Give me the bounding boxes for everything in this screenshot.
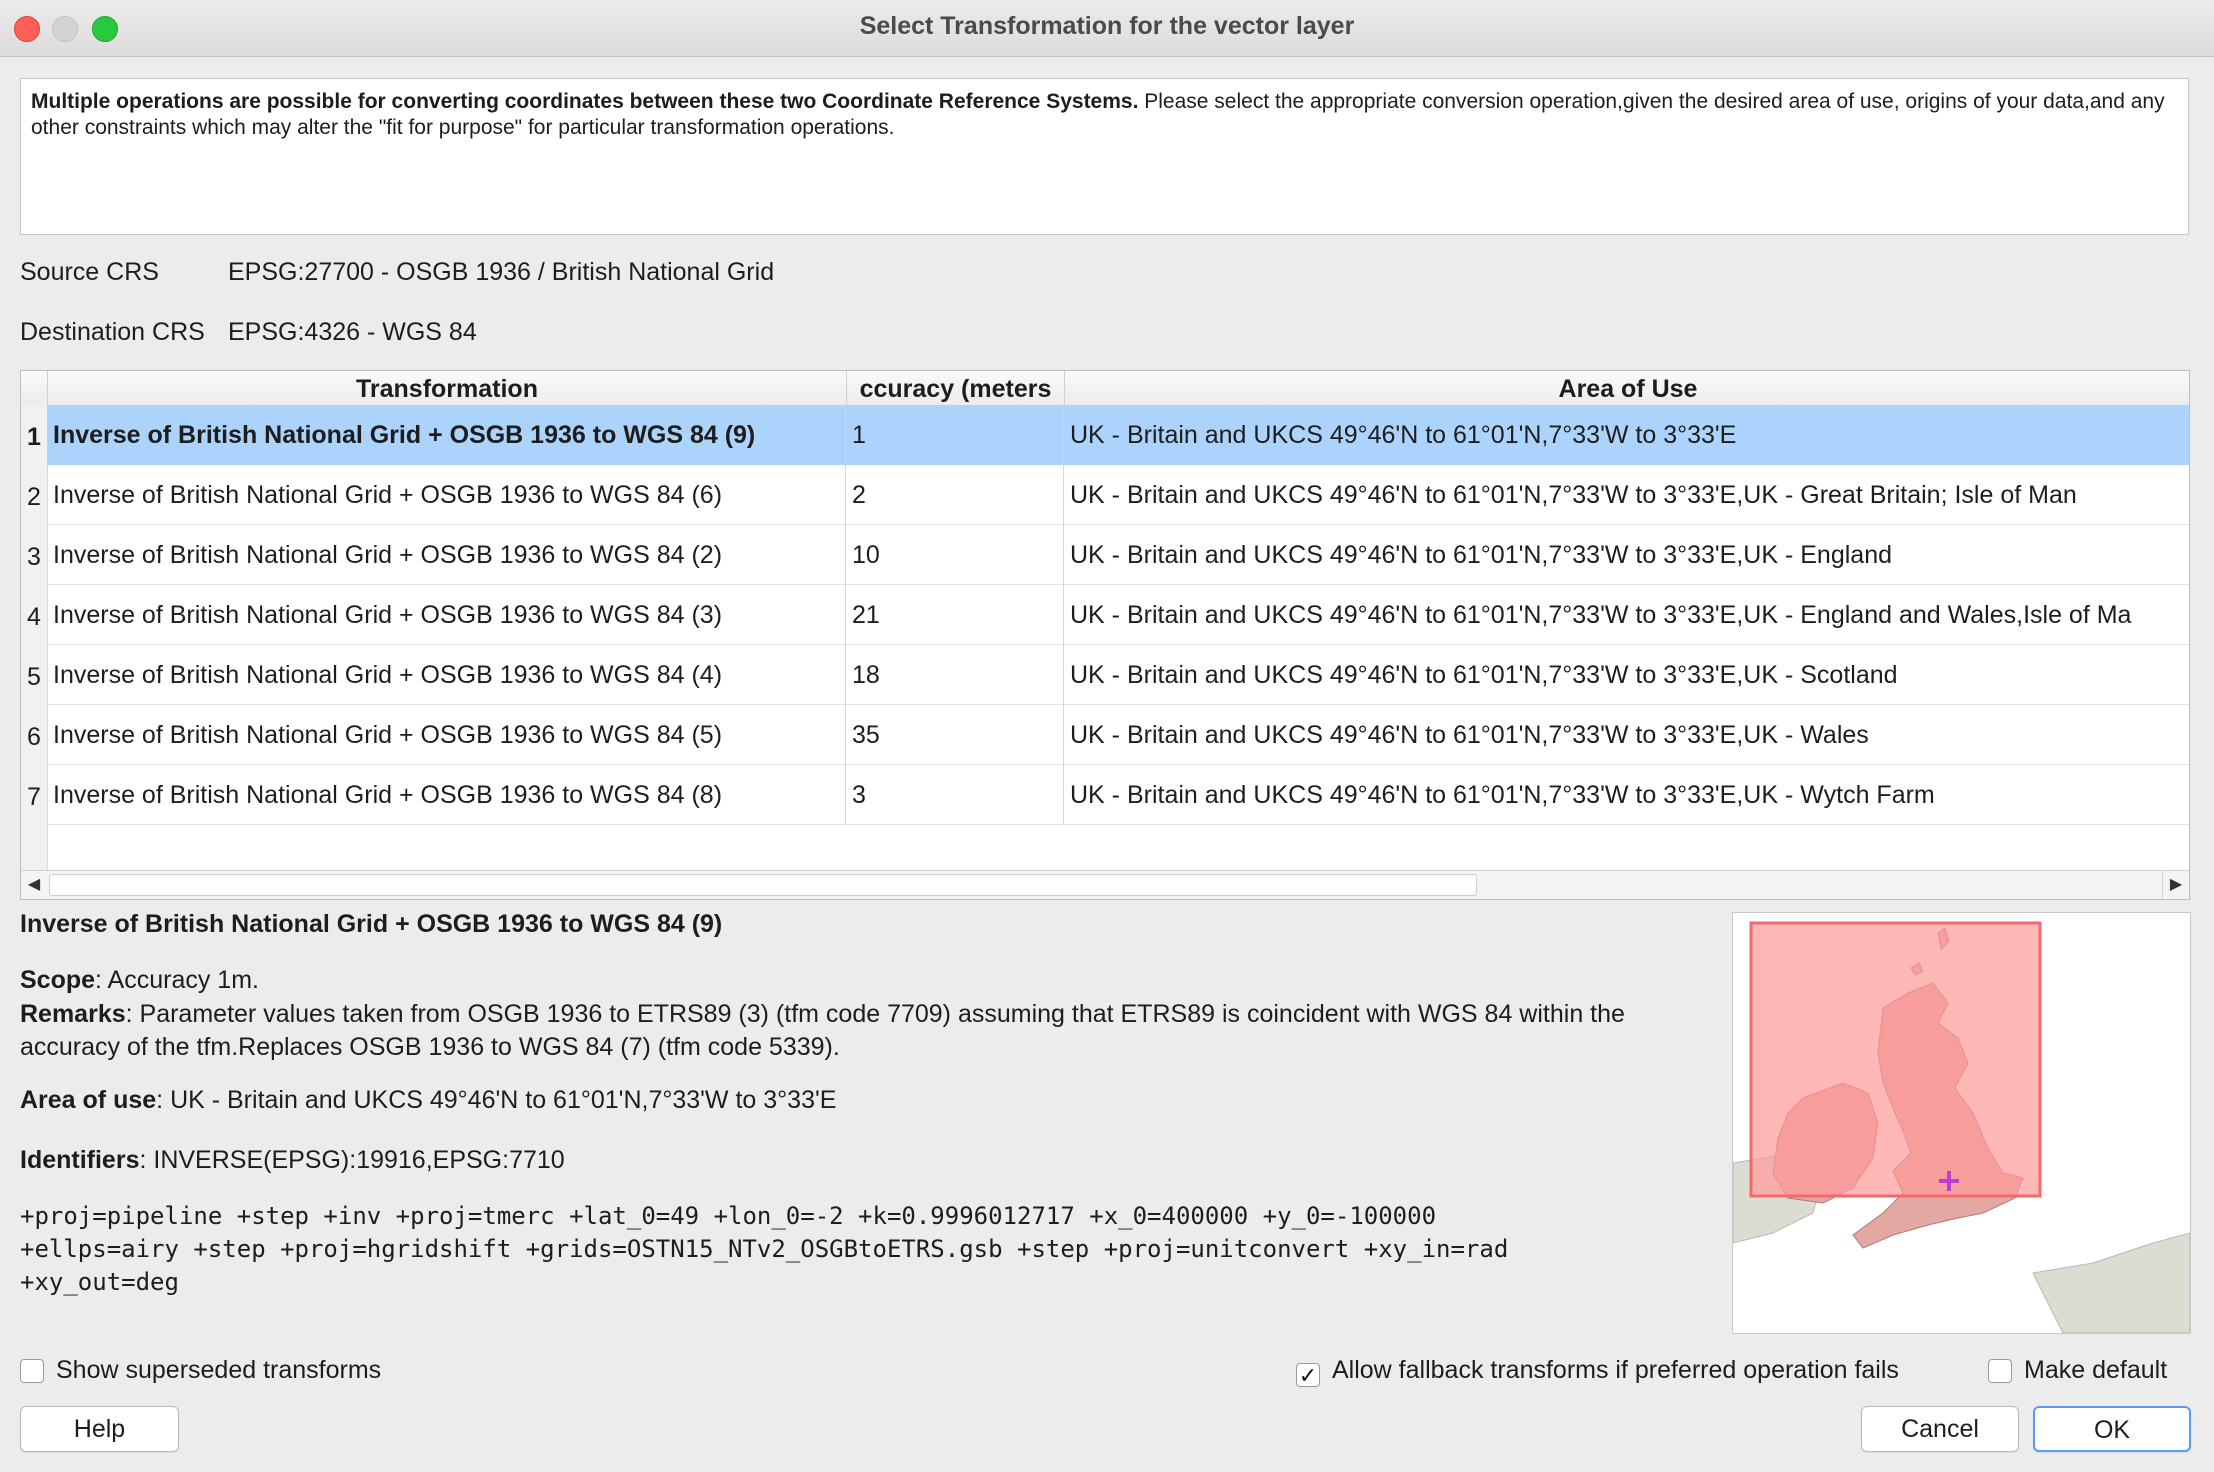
info-message-bold: Multiple operations are possible for con… [31, 90, 1139, 113]
show-superseded-box[interactable] [20, 1359, 44, 1383]
row-number: 2 [21, 465, 48, 525]
scroll-left-icon[interactable]: ◀ [21, 871, 47, 899]
allow-fallback-label: Allow fallback transforms if preferred o… [1332, 1356, 1899, 1384]
info-message: Multiple operations are possible for con… [20, 78, 2189, 235]
table-row[interactable]: 2 Inverse of British National Grid + OSGB… [21, 465, 2189, 525]
show-superseded-label: Show superseded transforms [56, 1356, 382, 1384]
remarks-value: : Parameter values taken from OSGB 1936 … [20, 1000, 1625, 1061]
scope-value: : Accuracy 1m. [95, 966, 259, 994]
area-of-use-cell: UK - Britain and UKCS 49°46'N to 61°01'N… [1070, 721, 1869, 749]
transformation-cell: Inverse of British National Grid + OSGB … [47, 645, 846, 705]
table-row[interactable]: 4 Inverse of British National Grid + OSGB… [21, 585, 2189, 645]
make-default-label: Make default [2024, 1356, 2168, 1384]
source-crs-value: EPSG:27700 - OSGB 1936 / British Nationa… [228, 258, 775, 286]
make-default-checkbox[interactable]: Make default [1988, 1356, 2167, 1385]
proj-line-2: +ellps=airy +step +proj=hgridshift +grid… [20, 1235, 1509, 1263]
accuracy-cell: 10 [846, 525, 1064, 585]
identifiers-line: Identifiers: INVERSE(EPSG):19916,EPSG:77… [20, 1146, 565, 1175]
area-of-use-value: : UK - Britain and UKCS 49°46'N to 61°01… [156, 1086, 837, 1114]
column-header-transformation[interactable]: Transformation [47, 371, 846, 405]
cancel-button[interactable]: Cancel [1861, 1406, 2019, 1452]
area-of-use-extent [1749, 921, 2042, 1198]
source-crs-label: Source CRS [20, 258, 159, 286]
transformation-cell: Inverse of British National Grid + OSGB … [47, 465, 846, 525]
accuracy-cell: 1 [846, 405, 1064, 465]
accuracy-cell: 2 [846, 465, 1064, 525]
transformation-cell: Inverse of British National Grid + OSGB … [47, 405, 846, 465]
accuracy-cell: 21 [846, 585, 1064, 645]
area-of-use-map [1732, 912, 2191, 1334]
horizontal-scrollbar[interactable]: ◀ ▶ [21, 870, 2189, 899]
scope-label: Scope [20, 966, 96, 994]
area-of-use-line: Area of use: UK - Britain and UKCS 49°46… [20, 1086, 836, 1115]
column-header-accuracy[interactable]: ccuracy (meters [846, 371, 1064, 405]
destination-crs-label: Destination CRS [20, 318, 205, 346]
accuracy-cell: 3 [846, 765, 1064, 825]
table-row[interactable]: 6 Inverse of British National Grid + OSGB… [21, 705, 2189, 765]
table-row[interactable]: 7 Inverse of British National Grid + OSGB… [21, 765, 2189, 825]
area-of-use-cell: UK - Britain and UKCS 49°46'N to 61°01'N… [1070, 781, 1935, 809]
column-header-area-of-use[interactable]: Area of Use [1064, 371, 2189, 405]
identifiers-value: : INVERSE(EPSG):19916,EPSG:7710 [139, 1146, 565, 1174]
table-row[interactable]: 1 Inverse of British National Grid + OSGB… [21, 405, 2189, 465]
scrollbar-thumb[interactable] [49, 874, 1477, 896]
transformation-cell: Inverse of British National Grid + OSGB … [47, 705, 846, 765]
area-of-use-cell: UK - Britain and UKCS 49°46'N to 61°01'N… [1070, 601, 2132, 629]
area-of-use-label: Area of use [20, 1086, 157, 1114]
remarks-label: Remarks [20, 1000, 126, 1028]
row-number: 6 [21, 705, 48, 765]
area-of-use-cell: UK - Britain and UKCS 49°46'N to 61°01'N… [1070, 661, 1898, 689]
transformations-table[interactable]: Transformation ccuracy (meters Area of U… [20, 370, 2190, 900]
row-number: 4 [21, 585, 48, 645]
show-superseded-checkbox[interactable]: Show superseded transforms [20, 1356, 381, 1385]
row-number: 5 [21, 645, 48, 705]
make-default-box[interactable] [1988, 1359, 2012, 1383]
ok-button[interactable]: OK [2033, 1406, 2191, 1452]
area-of-use-cell: UK - Britain and UKCS 49°46'N to 61°01'N… [1070, 541, 1892, 569]
details-title: Inverse of British National Grid + OSGB … [20, 910, 723, 938]
row-number: 1 [21, 405, 48, 465]
row-header-filler [21, 825, 48, 871]
proj-line-1: +proj=pipeline +step +inv +proj=tmerc +l… [20, 1202, 1437, 1230]
table-row[interactable]: 5 Inverse of British National Grid + OSGB… [21, 645, 2189, 705]
remarks-line: Remarks: Parameter values taken from OSG… [20, 998, 1720, 1064]
map-canvas [1733, 921, 2190, 1333]
continent-land-south [2032, 1232, 2190, 1333]
dialog-window: Select Transformation for the vector lay… [0, 0, 2214, 1472]
table-header: Transformation ccuracy (meters Area of U… [21, 371, 2189, 406]
scroll-right-icon[interactable]: ▶ [2162, 871, 2189, 899]
transformation-cell: Inverse of British National Grid + OSGB … [47, 765, 846, 825]
proj-line-3: +xy_out=deg [20, 1268, 179, 1296]
area-of-use-cell: UK - Britain and UKCS 49°46'N to 61°01'N… [1064, 405, 2189, 465]
corner-header [21, 371, 47, 405]
scope-line: Scope: Accuracy 1m. [20, 966, 259, 995]
table-row[interactable]: 3 Inverse of British National Grid + OSGB… [21, 525, 2189, 585]
accuracy-cell: 18 [846, 645, 1064, 705]
transformation-cell: Inverse of British National Grid + OSGB … [47, 585, 846, 645]
help-button[interactable]: Help [20, 1406, 179, 1452]
identifiers-label: Identifiers [20, 1146, 140, 1174]
title-bar: Select Transformation for the vector lay… [0, 0, 2214, 57]
window-title: Select Transformation for the vector lay… [859, 12, 1355, 40]
area-of-use-cell: UK - Britain and UKCS 49°46'N to 61°01'N… [1070, 481, 2077, 509]
checkmark-icon[interactable]: ✓ [1296, 1363, 1320, 1388]
row-number: 3 [21, 525, 48, 585]
destination-crs-value: EPSG:4326 - WGS 84 [228, 318, 477, 346]
accuracy-cell: 35 [846, 705, 1064, 765]
allow-fallback-checkbox[interactable]: ✓ Allow fallback transforms if preferred … [1296, 1356, 1899, 1388]
row-number: 7 [21, 765, 48, 825]
transformation-cell: Inverse of British National Grid + OSGB … [47, 525, 846, 585]
